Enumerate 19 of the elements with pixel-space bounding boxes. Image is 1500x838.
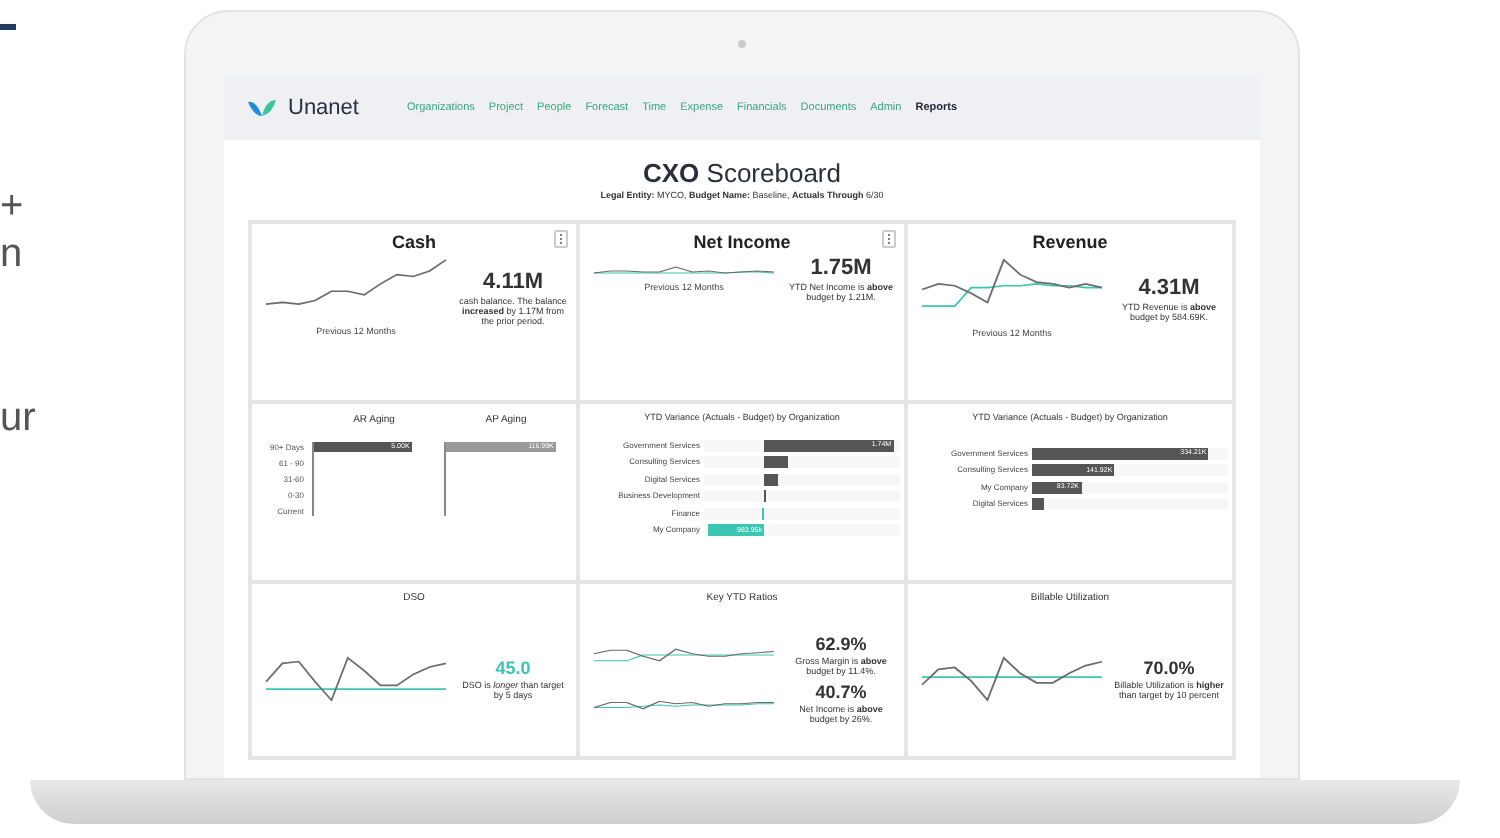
more-options-button[interactable] (882, 229, 896, 248)
card-title: Cash (391, 231, 436, 254)
logo-icon (248, 97, 276, 118)
more-options-button[interactable] (554, 229, 568, 248)
metric-value: 45.0 (495, 659, 531, 678)
metric-value: 62.9% (815, 635, 867, 654)
metric-value: 1.75M (810, 257, 872, 280)
metric-value: 4.11M (483, 271, 543, 294)
card-title: Net Income (693, 231, 791, 254)
report-title: CXO Scoreboard (643, 159, 841, 186)
camera-icon (738, 40, 746, 48)
metric-value: 4.31M (1138, 277, 1200, 300)
card-title: Revenue (1032, 231, 1108, 254)
text-fragment: + (0, 186, 26, 226)
text-fragment: n (0, 234, 25, 274)
metric-value: 40.7% (815, 683, 867, 702)
metric-value: 70.0% (1143, 659, 1195, 678)
text-fragment: ur (0, 398, 38, 438)
brand-name: Unanet (288, 93, 359, 124)
